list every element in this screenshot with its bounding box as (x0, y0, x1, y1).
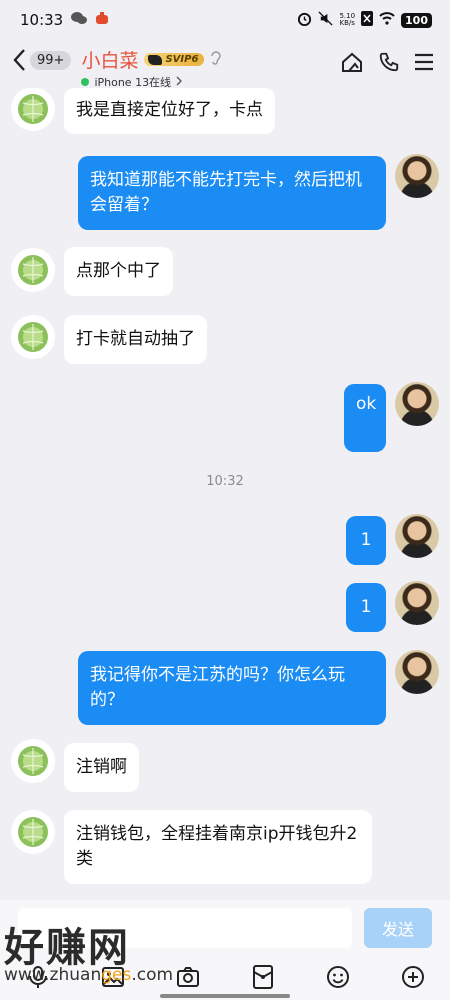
network-speed: 5.10 KB/s (339, 13, 355, 27)
online-dot (81, 78, 90, 86)
my-avatar[interactable] (395, 581, 439, 625)
plus-icon[interactable] (399, 963, 427, 991)
crown-icon (148, 54, 163, 65)
back-button[interactable] (12, 48, 26, 72)
sim-icon (361, 11, 374, 29)
image-icon[interactable] (99, 963, 127, 991)
emoji-icon[interactable] (324, 963, 352, 991)
camera-icon[interactable] (174, 963, 202, 991)
status-bar: 10:33 5.10 KB/s 100 (0, 0, 450, 40)
message-bubble-incoming[interactable]: 打卡就自动抽了 (64, 315, 207, 364)
shared-space-icon[interactable] (340, 50, 364, 78)
message-bubble-incoming[interactable]: 点那个中了 (64, 247, 173, 296)
chevron-right-icon (176, 76, 182, 89)
menu-icon[interactable] (414, 53, 434, 75)
message-bubble-outgoing[interactable]: 1 (346, 583, 386, 632)
input-bar: 发送 (0, 900, 450, 1000)
alarm-icon (297, 11, 312, 29)
message-bubble-incoming[interactable]: 我是直接定位好了，卡点 (64, 88, 275, 134)
my-avatar[interactable] (395, 650, 439, 694)
message-bubble-outgoing[interactable]: ok (344, 384, 386, 452)
wifi-icon (379, 12, 395, 28)
my-avatar[interactable] (395, 514, 439, 558)
time-separator: 10:32 (206, 474, 244, 489)
mute-icon (318, 11, 333, 29)
app-notification-icon (95, 11, 109, 29)
vip-badge: SVIP6 (144, 53, 205, 66)
status-time: 10:33 (20, 11, 64, 29)
send-button[interactable]: 发送 (364, 908, 432, 948)
message-input[interactable] (18, 908, 352, 948)
contact-avatar[interactable] (11, 810, 55, 854)
message-bubble-outgoing[interactable]: 1 (346, 516, 386, 565)
my-avatar[interactable] (395, 154, 439, 198)
message-bubble-incoming[interactable]: 注销啊 (64, 743, 139, 792)
red-packet-icon[interactable] (249, 963, 277, 991)
home-indicator (160, 994, 290, 998)
contact-name: 小白菜 (81, 50, 139, 72)
chat-header: 99+ 小白菜 SVIP6 iPhone 13在线 (0, 40, 450, 90)
wechat-icon (71, 11, 88, 29)
ear-icon (210, 50, 222, 70)
contact-avatar[interactable] (11, 739, 55, 783)
message-bubble-outgoing[interactable]: 我知道那能不能先打完卡，然后把机会留着？ (78, 156, 386, 230)
message-bubble-outgoing[interactable]: 我记得你不是江苏的吗？你怎么玩的？ (78, 651, 386, 725)
battery-indicator: 100 (401, 12, 432, 28)
chevron-left-icon (13, 49, 25, 71)
voice-icon[interactable] (24, 963, 52, 991)
net-speed-unit: KB/s (339, 19, 355, 27)
contact-avatar[interactable] (11, 315, 55, 359)
phone-icon[interactable] (378, 51, 400, 77)
message-bubble-incoming[interactable]: 注销钱包，全程挂着南京ip开钱包升2类 (64, 810, 372, 884)
contact-title-block[interactable]: 小白菜 SVIP6 iPhone 13在线 (81, 46, 222, 90)
contact-avatar[interactable] (11, 248, 55, 292)
contact-avatar[interactable] (11, 88, 55, 131)
message-list[interactable]: 我是直接定位好了，卡点 我知道那能不能先打完卡，然后把机会留着？ 点那个中了 打… (0, 88, 450, 900)
my-avatar[interactable] (395, 382, 439, 426)
input-toolbar (0, 960, 450, 994)
vip-label: SVIP6 (165, 54, 199, 65)
unread-badge[interactable]: 99+ (30, 51, 72, 70)
